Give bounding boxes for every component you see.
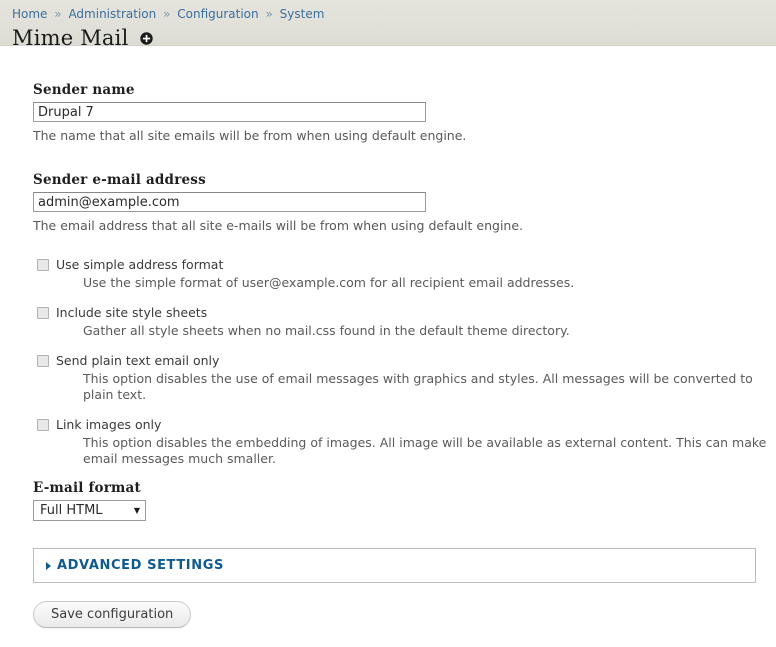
checkbox-label-link-images-only[interactable]: Link images only <box>56 416 161 433</box>
breadcrumb-separator: » <box>163 7 171 21</box>
chevron-down-icon: ▼ <box>133 505 140 515</box>
breadcrumb-item-home[interactable]: Home <box>12 7 47 21</box>
checkbox-description-link-images-only: This option disables the embedding of im… <box>83 435 767 466</box>
sender-email-label: Sender e-mail address <box>33 172 206 188</box>
checkbox-description-include-site-style-sheets: Gather all style sheets when no mail.css… <box>83 323 570 338</box>
sender-name-field-group: Sender name The name that all site email… <box>33 82 776 144</box>
breadcrumb-item-configuration[interactable]: Configuration <box>177 7 258 21</box>
checkbox-label-include-site-style-sheets[interactable]: Include site style sheets <box>56 304 207 321</box>
sender-email-input[interactable] <box>33 192 426 212</box>
checkbox-row-send-plain-text-email-only[interactable]: Send plain text email only <box>33 352 776 369</box>
triangle-right-icon <box>46 561 51 570</box>
sender-email-description: The email address that all site e-mails … <box>33 218 524 233</box>
breadcrumb-separator: » <box>265 7 273 21</box>
checkbox-include-site-style-sheets[interactable] <box>37 307 49 319</box>
advanced-settings-legend[interactable]: ADVANCED SETTINGS <box>46 558 755 573</box>
sender-email-field-group: Sender e-mail address The email address … <box>33 172 776 234</box>
email-format-field-group: E-mail format Full HTML ▼ <box>33 480 776 521</box>
breadcrumb-item-administration[interactable]: Administration <box>68 7 156 21</box>
checkbox-send-plain-text-email-only[interactable] <box>37 355 49 367</box>
checkbox-row-link-images-only[interactable]: Link images only <box>33 416 776 433</box>
checkbox-row-include-site-style-sheets[interactable]: Include site style sheets <box>33 304 776 321</box>
sender-name-label: Sender name <box>33 82 135 98</box>
checkbox-label-use-simple-address-format[interactable]: Use simple address format <box>56 256 223 273</box>
email-format-select[interactable]: Full HTML ▼ <box>33 500 146 521</box>
sender-name-description: The name that all site emails will be fr… <box>33 128 467 143</box>
checkbox-label-send-plain-text-email-only[interactable]: Send plain text email only <box>56 352 219 369</box>
page-header: Home » Administration » Configuration » … <box>0 0 776 50</box>
advanced-settings-title[interactable]: ADVANCED SETTINGS <box>57 558 224 573</box>
checkbox-description-use-simple-address-format: Use the simple format of user@example.co… <box>83 275 575 290</box>
checkbox-use-simple-address-format[interactable] <box>37 259 49 271</box>
checkbox-description-send-plain-text-email-only: This option disables the use of email me… <box>83 371 753 402</box>
email-format-label: E-mail format <box>33 480 141 496</box>
email-format-selected-value: Full HTML <box>40 503 103 518</box>
breadcrumb-separator: » <box>54 7 62 21</box>
breadcrumb: Home » Administration » Configuration » … <box>0 7 776 21</box>
breadcrumb-item-system[interactable]: System <box>280 7 325 21</box>
checkbox-group: Use simple address format Use the simple… <box>33 256 776 467</box>
sender-name-input[interactable] <box>33 102 426 122</box>
save-configuration-button[interactable]: Save configuration <box>33 601 192 628</box>
page-title: Mime Mail <box>12 26 129 50</box>
settings-form: Sender name The name that all site email… <box>0 46 776 628</box>
advanced-settings-fieldset[interactable]: ADVANCED SETTINGS <box>33 548 756 583</box>
checkbox-row-use-simple-address-format[interactable]: Use simple address format <box>33 256 776 273</box>
plus-circle-icon[interactable] <box>139 31 153 45</box>
checkbox-link-images-only[interactable] <box>37 419 49 431</box>
